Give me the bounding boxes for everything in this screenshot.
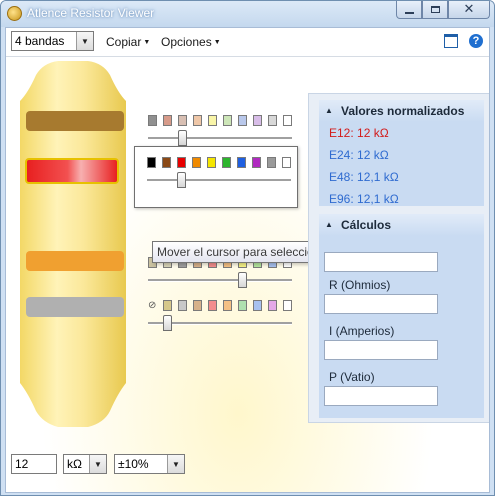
color-swatch[interactable] [268,115,277,126]
resistor-app-icon [7,6,22,21]
normalized-values-title: Valores normalizados [341,104,465,118]
voltage-field[interactable] [324,252,438,272]
maximize-icon [430,6,440,13]
window-icon[interactable] [444,34,458,48]
color-swatch[interactable] [147,157,156,168]
resistor-view [18,61,128,427]
resistor-band-1[interactable] [26,111,124,131]
calc-label-r: R (Ohmios) [329,278,391,292]
title-bar[interactable]: Atlence Resistor Viewer ✕ [1,1,494,27]
copy-menu-label: Copiar [106,35,142,49]
close-button[interactable]: ✕ [448,1,490,19]
chevron-up-icon: ▲ [325,106,333,115]
normalized-e96[interactable]: E96: 12,1 kΩ [319,188,484,210]
window-title: Atlence Resistor Viewer [27,6,155,20]
normalized-values-header[interactable]: ▲ Valores normalizados [319,100,484,122]
bands-combo[interactable]: 4 bandas ▼ [11,31,94,51]
color-picker-band-4: ⊘ [142,296,292,331]
color-swatch[interactable] [283,300,292,311]
tolerance-combo[interactable]: ±10% ▼ [114,454,185,474]
slider-thumb[interactable] [178,130,187,146]
color-swatch[interactable] [237,157,246,168]
minimize-icon [404,11,414,14]
calc-label-i: I (Amperios) [329,324,395,338]
normalized-e24[interactable]: E24: 12 kΩ [319,144,484,166]
resistor-band-2-selected[interactable] [25,158,119,184]
color-swatch[interactable] [207,157,216,168]
unit-combo-value: kΩ [67,457,82,471]
color-picker-band-2 [134,146,298,208]
value-input[interactable]: 12 [11,454,57,474]
color-swatch[interactable] [282,157,291,168]
no-color-icon[interactable]: ⊘ [148,300,157,311]
client-area: 4 bandas ▼ Copiar ▼ Opciones ▼ ? ⊘ Mover… [5,27,490,493]
color-swatch[interactable] [163,115,172,126]
chevron-up-icon: ▲ [325,220,333,229]
calc-label-p: P (Vatio) [329,370,375,384]
chevron-down-icon: ▼ [76,32,93,50]
normalized-e48[interactable]: E48: 12,1 kΩ [319,166,484,188]
normalized-e12[interactable]: E12: 12 kΩ [319,122,484,144]
color-swatch[interactable] [222,157,231,168]
current-field[interactable] [324,340,438,360]
close-icon: ✕ [463,2,475,17]
color-swatch[interactable] [178,115,187,126]
slider-track[interactable] [148,279,292,282]
app-window: Atlence Resistor Viewer ✕ 4 bandas ▼ Cop… [0,0,495,496]
chevron-down-icon: ▼ [89,455,106,473]
color-swatch[interactable] [193,115,202,126]
color-swatch[interactable] [148,115,157,126]
caret-down-icon: ▼ [213,39,221,46]
normalized-values-section: ▲ Valores normalizados E12: 12 kΩ E24: 1… [319,100,484,206]
minimize-button[interactable] [396,1,422,19]
help-icon[interactable]: ? [469,34,483,48]
tolerance-combo-value: ±10% [118,457,149,471]
color-swatch[interactable] [223,300,232,311]
resistor-band-4[interactable] [26,297,124,317]
calculations-header[interactable]: ▲ Cálculos [319,214,484,236]
slider-thumb[interactable] [238,272,247,288]
color-swatch[interactable] [193,300,202,311]
slider-track[interactable] [147,179,291,182]
power-field[interactable] [324,386,438,406]
window-controls: ✕ [396,1,490,19]
color-swatch[interactable] [163,300,172,311]
caret-down-icon: ▼ [143,39,151,46]
toolbar: 4 bandas ▼ Copiar ▼ Opciones ▼ ? [6,28,489,57]
resistor-band-3[interactable] [26,251,124,271]
color-swatch[interactable] [283,115,292,126]
color-swatch[interactable] [238,300,247,311]
color-swatch[interactable] [268,300,277,311]
maximize-button[interactable] [422,1,448,19]
unit-combo[interactable]: kΩ ▼ [63,454,107,474]
color-swatch[interactable] [208,300,217,311]
slider-thumb[interactable] [177,172,186,188]
options-menu[interactable]: Opciones ▼ [161,35,221,49]
color-swatch[interactable] [178,300,187,311]
color-swatch[interactable] [238,115,247,126]
slider-thumb[interactable] [163,315,172,331]
color-swatch[interactable] [252,157,261,168]
chevron-down-icon: ▼ [167,455,184,473]
work-area: ⊘ Mover el cursor para seleccionar el co… [6,57,489,492]
options-menu-label: Opciones [161,35,212,49]
copy-menu[interactable]: Copiar ▼ [106,35,150,49]
calculations-title: Cálculos [341,218,392,232]
color-swatch[interactable] [177,157,186,168]
color-swatch[interactable] [208,115,217,126]
side-panel: ▲ Valores normalizados E12: 12 kΩ E24: 1… [308,93,489,423]
slider-track[interactable] [148,137,292,140]
color-swatch[interactable] [192,157,201,168]
color-picker-band-1 [142,111,292,146]
color-swatch[interactable] [267,157,276,168]
color-swatch[interactable] [223,115,232,126]
resistance-field[interactable] [324,294,438,314]
color-swatch[interactable] [162,157,171,168]
color-swatch[interactable] [253,300,262,311]
calculations-section: ▲ Cálculos R (Ohmios) I (Amperios) P (Va… [319,214,484,418]
color-swatch[interactable] [253,115,262,126]
bands-combo-value: 4 bandas [15,34,65,48]
